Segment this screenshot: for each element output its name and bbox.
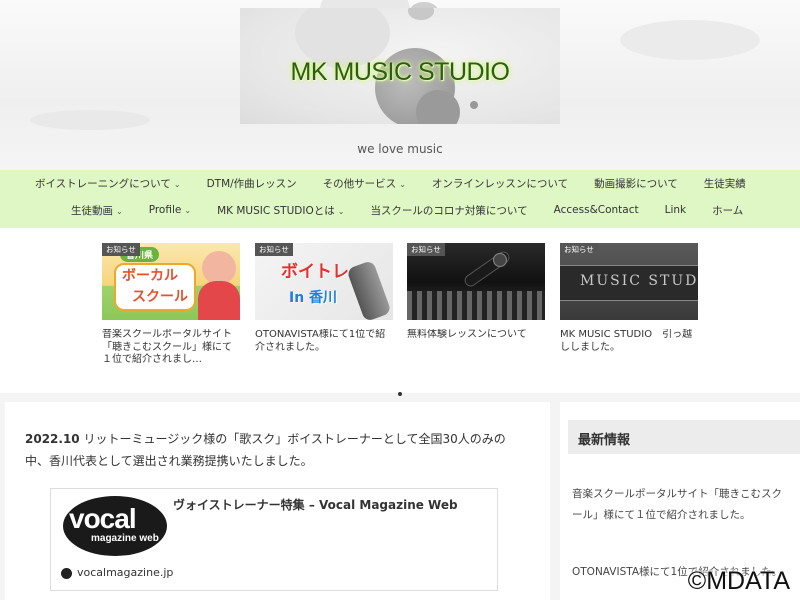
chevron-down-icon: ⌄ xyxy=(173,179,181,189)
site-logo[interactable]: MK MUSIC STUDIO xyxy=(240,8,560,124)
card-badge: お知らせ xyxy=(407,243,445,256)
nav-item-label: 生徒実績 xyxy=(703,177,746,190)
nav-item-label: ホーム xyxy=(712,204,744,217)
site-tagline: we love music xyxy=(357,142,443,156)
card-title: OTONAVISTA様にて1位で紹介されました。 xyxy=(255,329,386,353)
card-thumbnail: お知らせ MUSIC STUD xyxy=(560,243,698,320)
chevron-down-icon: ⌄ xyxy=(399,179,406,189)
card-image-label: MUSIC STUD xyxy=(580,273,698,289)
card-image-label: ボイトレ xyxy=(281,262,349,282)
news-carousel: お知らせ 香川県 ボーカル スクール 音楽スクールポータルサイト「聴きこむスクー… xyxy=(0,228,800,396)
blog-card-link[interactable]: vocal magazine web ヴォイストレーナー特集 – Vocal M… xyxy=(50,488,498,591)
chevron-down-icon: ⌄ xyxy=(337,206,345,216)
nav-item-label: Profile xyxy=(148,204,182,216)
news-paragraph: 2022.10 リットーミュージック様の「歌スク」ボイストレーナーとして全国30… xyxy=(25,428,515,472)
card-title: 音楽スクールポータルサイト「聴きこむスクール」様にて１位で紹介されまし… xyxy=(102,329,232,365)
sidebar-news-link[interactable]: 音楽スクールポータルサイト「聴きこむスクール」様にて１位で紹介されました。 xyxy=(572,484,784,526)
nav-item[interactable]: Profile ⌄ xyxy=(136,204,204,216)
card-image-label: ボーカル xyxy=(122,268,178,284)
card-badge: お知らせ xyxy=(255,243,293,256)
nav-item[interactable]: ボイストレーニングについて ⌄ xyxy=(22,176,194,191)
favicon-icon xyxy=(61,568,72,579)
nav-item-label: Access&Contact xyxy=(553,204,639,216)
chevron-down-icon: ⌄ xyxy=(184,206,192,215)
news-date: 2022.10 xyxy=(25,432,80,446)
blog-card-domain: vocalmagazine.jp xyxy=(77,566,174,579)
nav-item-label: その他サービス xyxy=(322,177,397,190)
card-image-label: スクール xyxy=(132,289,188,305)
nav-item-label: DTM/作曲レッスン xyxy=(206,177,297,190)
nav-item[interactable]: 生徒実績 xyxy=(691,176,759,191)
nav-item[interactable]: Link xyxy=(652,204,700,216)
site-header: MK MUSIC STUDIO we love music xyxy=(0,0,800,170)
chevron-down-icon: ⌄ xyxy=(116,206,123,216)
carousel-card[interactable]: お知らせ 無料体験レッスンについて xyxy=(407,243,545,373)
card-thumbnail: お知らせ 香川県 ボーカル スクール xyxy=(102,243,240,320)
nav-item[interactable]: オンラインレッスンについて xyxy=(419,176,581,191)
news-body: リットーミュージック様の「歌スク」ボイストレーナーとして全国30人のみの中、香川… xyxy=(25,432,506,468)
card-thumbnail: お知らせ ボイトレ In 香川 xyxy=(255,243,393,320)
nav-item-label: 動画撮影について xyxy=(594,177,678,190)
nav-item-label: ボイストレーニングについて xyxy=(35,177,171,190)
nav-item[interactable]: 生徒動画 ⌄ xyxy=(58,203,136,218)
nav-row-1: ボイストレーニングについて ⌄ DTM/作曲レッスン その他サービス ⌄ オンラインレッス… xyxy=(0,170,800,196)
nav-item-label: MK MUSIC STUDIOとは xyxy=(217,204,335,217)
vocal-magazine-logo: vocal magazine web xyxy=(61,495,169,557)
main-nav: ボイストレーニングについて ⌄ DTM/作曲レッスン その他サービス ⌄ オンラインレッス… xyxy=(0,170,800,228)
card-badge: お知らせ xyxy=(560,243,598,256)
card-image-label: In 香川 xyxy=(289,290,338,306)
carousel-card[interactable]: お知らせ MUSIC STUD MK MUSIC STUDIO 引っ越ししました… xyxy=(560,243,698,373)
card-thumbnail: お知らせ xyxy=(407,243,545,320)
carousel-card[interactable]: お知らせ ボイトレ In 香川 OTONAVISTA様にて1位で紹介されました。 xyxy=(255,243,393,373)
nav-item[interactable]: Access&Contact xyxy=(541,204,652,216)
nav-item-label: 当スクールのコロナ対策について xyxy=(370,204,528,217)
nav-item-label: 生徒動画 xyxy=(71,204,113,217)
main-content: 2022.10 リットーミュージック様の「歌スク」ボイストレーナーとして全国30… xyxy=(5,402,550,600)
card-title: 無料体験レッスンについて xyxy=(407,329,527,340)
card-title: MK MUSIC STUDIO 引っ越ししました。 xyxy=(560,329,693,353)
card-badge: お知らせ xyxy=(102,243,140,256)
carousel-card[interactable]: お知らせ 香川県 ボーカル スクール 音楽スクールポータルサイト「聴きこむスクー… xyxy=(102,243,240,373)
carousel-dot[interactable] xyxy=(398,392,402,396)
nav-item[interactable]: その他サービス ⌄ xyxy=(310,176,419,191)
nav-item-label: オンラインレッスンについて xyxy=(431,177,569,190)
nav-item[interactable]: ホーム xyxy=(699,203,756,218)
nav-item[interactable]: DTM/作曲レッスン xyxy=(194,176,310,191)
blog-card-title: ヴォイストレーナー特集 – Vocal Magazine Web xyxy=(173,498,458,512)
nav-item-label: Link xyxy=(664,204,687,216)
nav-row-2: 生徒動画 ⌄ Profile ⌄ MK MUSIC STUDIOとは ⌄ 当スクールのコロナ… xyxy=(0,197,800,223)
site-title: MK MUSIC STUDIO xyxy=(290,58,510,86)
nav-item[interactable]: 動画撮影について xyxy=(581,176,691,191)
sidebar-heading: 最新情報 xyxy=(568,420,800,454)
watermark: ©MDATA xyxy=(687,567,790,595)
nav-item[interactable]: MK MUSIC STUDIOとは ⌄ xyxy=(204,203,357,218)
nav-item[interactable]: 当スクールのコロナ対策について xyxy=(357,203,540,218)
